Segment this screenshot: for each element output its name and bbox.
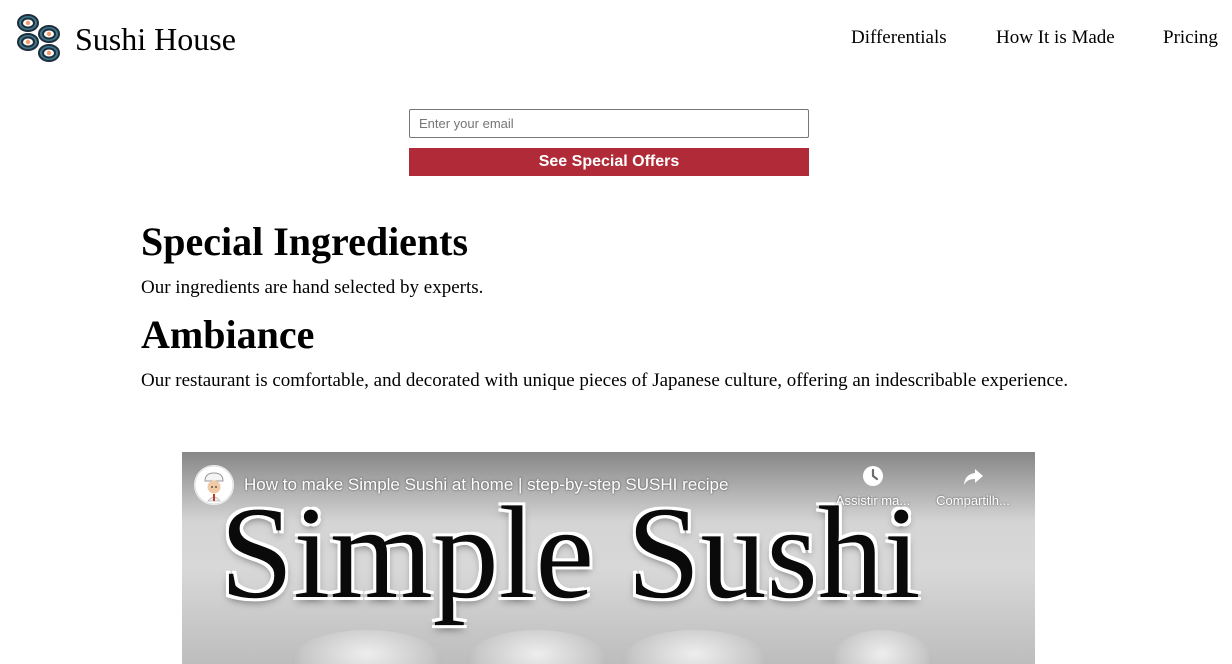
nav-link-pricing[interactable]: Pricing xyxy=(1163,26,1218,50)
ambiance-heading: Ambiance xyxy=(141,312,315,357)
special-ingredients-heading: Special Ingredients xyxy=(141,219,469,264)
share-button[interactable]: Compartilh... xyxy=(928,464,1018,514)
video-embed[interactable]: Simple Sushi How to make Simple Sushi at… xyxy=(182,452,1035,664)
video-thumbnail-title: Simple Sushi xyxy=(220,479,921,626)
sushi-dish-image xyxy=(292,630,442,664)
nav-link-how-it-is-made[interactable]: How It is Made xyxy=(996,26,1115,50)
main-nav: Differentials How It is Made Pricing xyxy=(0,26,1232,52)
share-label: Compartilh... xyxy=(936,493,1010,508)
email-signup-form: See Special Offers xyxy=(409,109,809,176)
ambiance-text: Our restaurant is comfortable, and decor… xyxy=(141,370,1069,391)
sushi-dish-image xyxy=(467,630,607,664)
sushi-dish-image xyxy=(832,630,932,664)
chef-avatar-icon[interactable] xyxy=(194,465,234,505)
video-title-link[interactable]: How to make Simple Sushi at home | step-… xyxy=(244,474,804,496)
watch-later-button[interactable]: Assistir ma... xyxy=(828,464,918,514)
watch-later-label: Assistir ma... xyxy=(835,493,911,508)
see-special-offers-button[interactable]: See Special Offers xyxy=(409,148,809,176)
special-ingredients-text: Our ingredients are hand selected by exp… xyxy=(141,277,484,298)
nav-link-differentials[interactable]: Differentials xyxy=(851,26,947,50)
sushi-dish-image xyxy=(622,630,767,664)
share-arrow-icon xyxy=(964,469,983,485)
clock-icon xyxy=(863,466,883,486)
email-input[interactable] xyxy=(409,109,809,138)
site-header: Sushi House Differentials How It is Made… xyxy=(0,0,1232,80)
